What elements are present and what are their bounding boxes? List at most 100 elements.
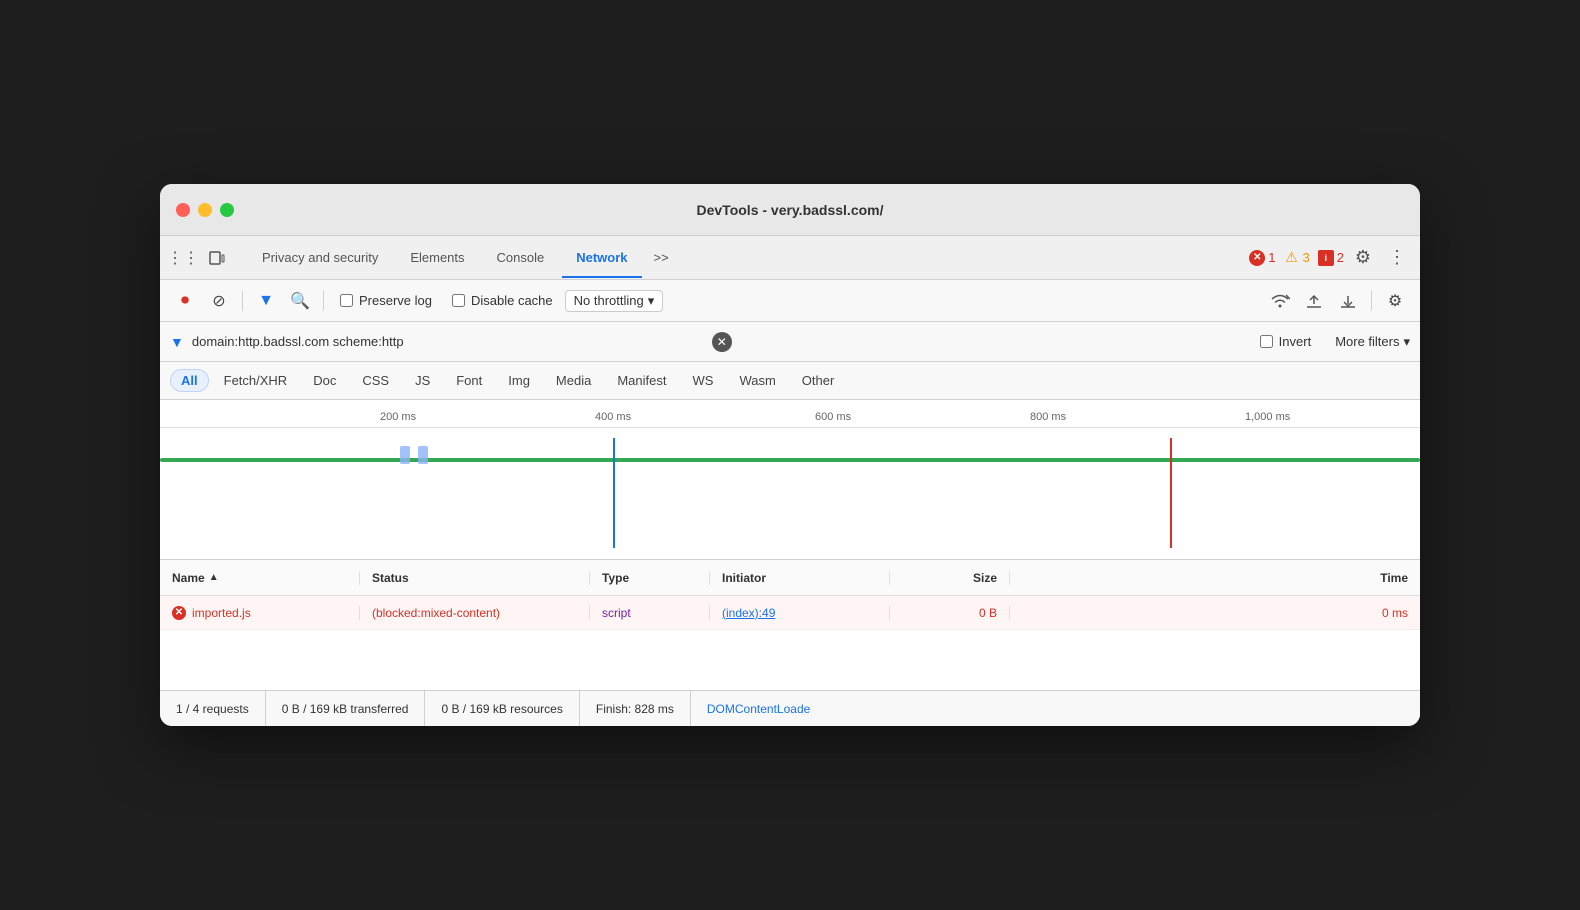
td-name-value: imported.js [192,606,251,620]
type-ws-button[interactable]: WS [681,369,724,392]
td-type-value: script [602,606,631,620]
network-settings-icon[interactable]: ⚙ [1380,286,1410,316]
invert-input[interactable] [1260,335,1273,348]
th-size-label: Size [973,571,997,585]
throttle-dropdown[interactable]: No throttling ▾ [565,290,664,312]
type-css-button[interactable]: CSS [351,369,400,392]
td-size: 0 B [890,606,1010,620]
settings-icon[interactable]: ⚙ [1348,243,1378,273]
ruler-mark-600: 600 ms [815,411,851,423]
invert-checkbox[interactable]: Invert [1260,334,1312,349]
timeline-area[interactable]: 200 ms 400 ms 600 ms 800 ms 1,000 ms [160,400,1420,560]
more-filters-arrow-icon: ▾ [1403,334,1410,350]
toolbar-divider-3 [1371,291,1372,311]
td-time: 0 ms [1010,606,1420,620]
disable-cache-input[interactable] [452,294,465,307]
type-doc-button[interactable]: Doc [302,369,347,392]
more-tabs-button[interactable]: >> [646,246,677,269]
preserve-log-input[interactable] [340,294,353,307]
devtools-window: DevTools - very.badssl.com/ ⋮⋮ Privacy a… [160,184,1420,726]
search-icon[interactable]: 🔍 [285,286,315,316]
type-other-button[interactable]: Other [791,369,846,392]
filter-clear-button[interactable]: ✕ [712,332,732,352]
warning-badge[interactable]: ⚠ 3 [1284,250,1310,266]
td-status-value: (blocked:mixed-content) [372,606,500,620]
disable-cache-checkbox[interactable]: Disable cache [452,293,553,308]
more-filters-button[interactable]: More filters ▾ [1335,334,1410,350]
status-domcontent[interactable]: DOMContentLoade [691,702,826,716]
upload-icon[interactable] [1299,286,1329,316]
status-finish-text: Finish: 828 ms [596,702,674,716]
timeline-selection-right[interactable] [418,446,428,464]
tab-network[interactable]: Network [562,244,641,271]
type-font-button[interactable]: Font [445,369,493,392]
statusbar: 1 / 4 requests 0 B / 169 kB transferred … [160,690,1420,726]
table-row[interactable]: ✕ imported.js (blocked:mixed-content) sc… [160,596,1420,630]
filter-input[interactable]: domain:http.badssl.com scheme:http [192,334,704,349]
inspect-icon[interactable]: ⋮⋮ [168,243,198,273]
th-status-label: Status [372,571,409,585]
throttle-label: No throttling [574,293,644,308]
close-button[interactable] [176,203,190,217]
type-manifest-button[interactable]: Manifest [606,369,677,392]
console-badges: ✕ 1 ⚠ 3 i 2 [1249,250,1344,266]
th-type-label: Type [602,571,629,585]
ruler-mark-800: 800 ms [1030,411,1066,423]
tab-privacy[interactable]: Privacy and security [248,244,392,271]
info-count: 2 [1337,250,1344,265]
type-media-button[interactable]: Media [545,369,602,392]
toolbar-divider-2 [323,291,324,311]
table-header: Name ▲ Status Type Initiator Size Time [160,560,1420,596]
status-transferred-text: 0 B / 169 kB transferred [282,702,409,716]
more-options-icon[interactable]: ⋮ [1382,243,1412,273]
th-size[interactable]: Size [890,571,1010,585]
type-wasm-button[interactable]: Wasm [728,369,786,392]
th-status[interactable]: Status [360,571,590,585]
timeline-domcontent-line [613,438,615,548]
error-badge[interactable]: ✕ 1 [1249,250,1275,266]
type-img-button[interactable]: Img [497,369,541,392]
toolbar-right-icons: ⚙ [1265,286,1410,316]
wifi-settings-icon[interactable] [1265,286,1295,316]
row-error-icon: ✕ [172,606,186,620]
window-title: DevTools - very.badssl.com/ [697,202,884,218]
info-badge[interactable]: i 2 [1318,250,1344,266]
stop-recording-button[interactable]: ⏺ [170,286,200,316]
th-initiator[interactable]: Initiator [710,571,890,585]
filter-icon[interactable]: ▼ [251,286,281,316]
type-all-button[interactable]: All [170,369,209,392]
th-name-label: Name [172,571,205,585]
clear-button[interactable]: ⊘ [204,286,234,316]
type-fetch-button[interactable]: Fetch/XHR [213,369,299,392]
timeline-ruler: 200 ms 400 ms 600 ms 800 ms 1,000 ms [160,400,1420,428]
tab-console[interactable]: Console [483,244,559,271]
preserve-log-checkbox[interactable]: Preserve log [340,293,432,308]
status-domcontent-text: DOMContentLoade [707,702,810,716]
ruler-mark-1000: 1,000 ms [1245,411,1290,423]
td-initiator[interactable]: (index):49 [710,606,890,620]
minimize-button[interactable] [198,203,212,217]
status-transferred: 0 B / 169 kB transferred [266,691,426,726]
th-name[interactable]: Name ▲ [160,571,360,585]
disable-cache-label: Disable cache [471,293,553,308]
th-initiator-label: Initiator [722,571,766,585]
more-filters-label: More filters [1335,334,1399,349]
timeline-green-bar [160,458,1420,462]
th-type[interactable]: Type [590,571,710,585]
tab-elements[interactable]: Elements [396,244,478,271]
th-time[interactable]: Time [1010,571,1420,585]
maximize-button[interactable] [220,203,234,217]
type-js-button[interactable]: JS [404,369,441,392]
ruler-mark-200: 200 ms [380,411,416,423]
device-toolbar-icon[interactable] [202,243,232,273]
timeline-selection-left[interactable] [400,446,410,464]
titlebar: DevTools - very.badssl.com/ [160,184,1420,236]
warning-count: 3 [1303,250,1310,265]
error-count: 1 [1268,250,1275,265]
devtools-nav-icons: ⋮⋮ [168,243,232,273]
table-empty-area [160,630,1420,690]
status-resources-text: 0 B / 169 kB resources [441,702,562,716]
error-icon: ✕ [1249,250,1265,266]
td-status: (blocked:mixed-content) [360,606,590,620]
download-icon[interactable] [1333,286,1363,316]
